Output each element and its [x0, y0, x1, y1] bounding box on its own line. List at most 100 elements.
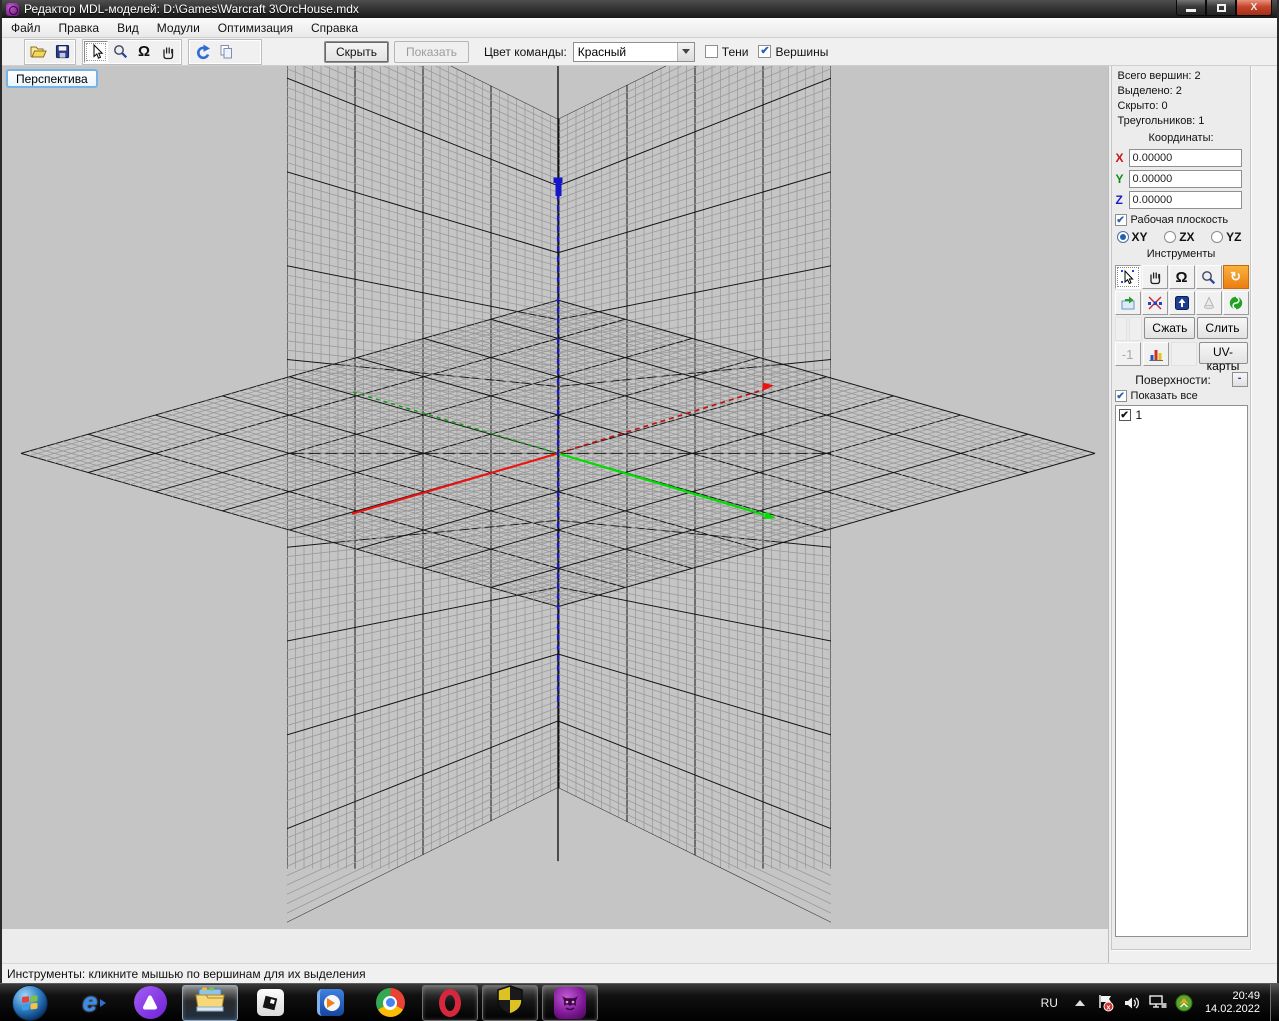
vertices-checkbox-box: ✔ — [758, 45, 771, 58]
shadows-checkbox[interactable]: Тени — [705, 45, 749, 59]
network-icon[interactable] — [1147, 991, 1169, 1015]
select-vertices-tool[interactable] — [1115, 265, 1141, 289]
z-coordinate-field[interactable] — [1129, 191, 1242, 209]
taskbar-app-yandex-alice[interactable] — [122, 985, 178, 1021]
pan-tool-button[interactable] — [156, 41, 180, 63]
y-coordinate-field[interactable] — [1129, 170, 1242, 188]
team-color-label: Цвет команды: — [484, 45, 567, 59]
taskbar-app-protection-shield[interactable] — [482, 985, 538, 1021]
recycle-bin-icon — [1120, 295, 1136, 311]
compress-button[interactable]: Сжать — [1144, 317, 1195, 339]
save-button[interactable] — [50, 41, 74, 63]
stat-selected: Выделено: 2 — [1115, 84, 1248, 99]
radio-icon — [1164, 231, 1176, 243]
show-hidden-icons-button[interactable] — [1069, 991, 1091, 1015]
tool-grid: Ω ↻ — [1115, 265, 1248, 316]
work-plane-checkbox[interactable]: ✔ Рабочая плоскость — [1115, 214, 1248, 226]
taskbar-app-mdl-editor[interactable] — [542, 985, 598, 1021]
language-indicator[interactable]: RU — [1032, 996, 1067, 1010]
plane-radio-yz[interactable]: YZ — [1211, 230, 1241, 244]
viewport: Перспектива — [2, 66, 1109, 963]
histogram-tool[interactable] — [1143, 342, 1169, 366]
yandex-alice-icon — [134, 986, 167, 1019]
menu-optimization[interactable]: Оптимизация — [209, 19, 302, 37]
scale-vertices-tool[interactable] — [1142, 291, 1168, 315]
model-stats: Всего вершин: 2 Выделено: 2 Скрыто: 0 Тр… — [1115, 69, 1248, 129]
show-desktop-button[interactable] — [1270, 984, 1279, 1021]
surfaces-collapse-button[interactable]: - — [1232, 372, 1248, 387]
zoom-tool[interactable] — [1196, 265, 1222, 289]
menu-view[interactable]: Вид — [108, 19, 148, 37]
material-tool[interactable] — [1223, 291, 1249, 315]
zoom-tool-button[interactable] — [108, 41, 132, 63]
uv-maps-button[interactable]: UV-карты — [1199, 342, 1248, 364]
surfaces-list[interactable]: ✔ 1 — [1115, 405, 1248, 937]
viewport-3d-canvas[interactable] — [2, 66, 1109, 929]
empty-cell — [1171, 342, 1197, 366]
surface-item[interactable]: ✔ 1 — [1119, 408, 1244, 422]
title-bar[interactable]: Редактор MDL-моделей: D:\Games\Warcraft … — [2, 0, 1277, 18]
checkered-shield-icon — [497, 985, 523, 1020]
volume-icon[interactable] — [1121, 991, 1143, 1015]
plane-radio-xy[interactable]: XY — [1117, 230, 1148, 244]
menu-file[interactable]: Файл — [2, 19, 50, 37]
empty-cell — [1129, 317, 1142, 341]
show-all-checkbox[interactable]: ✔ Показать все — [1115, 390, 1248, 402]
undo-button[interactable] — [190, 41, 214, 63]
taskbar-app-chrome[interactable] — [362, 985, 418, 1021]
merge-button[interactable]: Слить — [1197, 317, 1247, 339]
tools-label: Инструменты — [1115, 247, 1248, 262]
menu-help[interactable]: Справка — [302, 19, 367, 37]
action-center-icon[interactable]: x — [1095, 991, 1117, 1015]
view-mode-button[interactable]: Перспектива — [6, 69, 98, 88]
open-button[interactable] — [26, 41, 50, 63]
taskbar: e — [0, 983, 1279, 1021]
vertices-checkbox[interactable]: ✔ Вершины — [758, 45, 828, 59]
antivirus-icon[interactable] — [1173, 991, 1195, 1015]
start-button[interactable] — [2, 985, 58, 1021]
taskbar-app-internet-explorer[interactable]: e — [62, 985, 118, 1021]
opera-icon — [439, 989, 461, 1017]
plane-radio-zx[interactable]: ZX — [1164, 230, 1194, 244]
show-button[interactable]: Показать — [394, 41, 469, 63]
work-plane-label: Рабочая плоскость — [1131, 214, 1229, 226]
taskbar-app-opera[interactable] — [422, 985, 478, 1021]
maximize-button[interactable] — [1206, 0, 1236, 16]
menu-modules[interactable]: Модули — [148, 19, 209, 37]
selected-vertex-marker[interactable] — [554, 177, 563, 183]
rotate-icon: Ω — [1176, 270, 1188, 285]
close-button[interactable]: X — [1236, 0, 1272, 16]
minus-one-button[interactable]: -1 — [1115, 342, 1141, 366]
clock-date: 14.02.2022 — [1205, 1003, 1260, 1016]
surface-label: 1 — [1136, 408, 1143, 422]
app-icon — [6, 3, 19, 16]
right-panel: Всего вершин: 2 Выделено: 2 Скрыто: 0 Тр… — [1109, 66, 1277, 963]
taskbar-app-file-explorer[interactable] — [182, 985, 238, 1021]
save-icon — [55, 44, 70, 59]
combo-drop-button[interactable] — [677, 43, 694, 61]
x-coordinate-field[interactable] — [1129, 149, 1242, 167]
rotate-tool-button[interactable]: Ω — [132, 41, 156, 63]
minimize-button[interactable] — [1176, 0, 1206, 16]
cone-tool-disabled[interactable] — [1196, 291, 1222, 315]
hide-button[interactable]: Скрыть — [324, 41, 389, 63]
pan-tool[interactable] — [1142, 265, 1168, 289]
minimize-icon — [1186, 9, 1196, 12]
selected-vertex-marker[interactable] — [556, 183, 562, 196]
copy-button[interactable] — [214, 41, 238, 63]
z-axis-label: Z — [1116, 193, 1129, 207]
team-color-combobox[interactable]: Красный — [573, 42, 695, 62]
refresh-view-tool[interactable]: ↻ — [1223, 265, 1249, 289]
menu-edit[interactable]: Правка — [50, 19, 109, 37]
plane-yz-label: YZ — [1226, 230, 1241, 244]
extrude-tool[interactable] — [1169, 291, 1195, 315]
clock[interactable]: 20:49 14.02.2022 — [1197, 990, 1270, 1016]
taskbar-app-media-player[interactable] — [302, 985, 358, 1021]
delete-vertices-tool[interactable] — [1115, 291, 1141, 315]
select-tool-button[interactable] — [84, 41, 108, 63]
app-window: Редактор MDL-моделей: D:\Games\Warcraft … — [0, 0, 1279, 983]
main-area: Перспектива Всего вершин: 2 Выделено: 2 … — [2, 66, 1277, 963]
taskbar-app-roblox[interactable] — [242, 985, 298, 1021]
rotate-tool[interactable]: Ω — [1169, 265, 1195, 289]
scale-crosshair-icon — [1147, 295, 1163, 311]
